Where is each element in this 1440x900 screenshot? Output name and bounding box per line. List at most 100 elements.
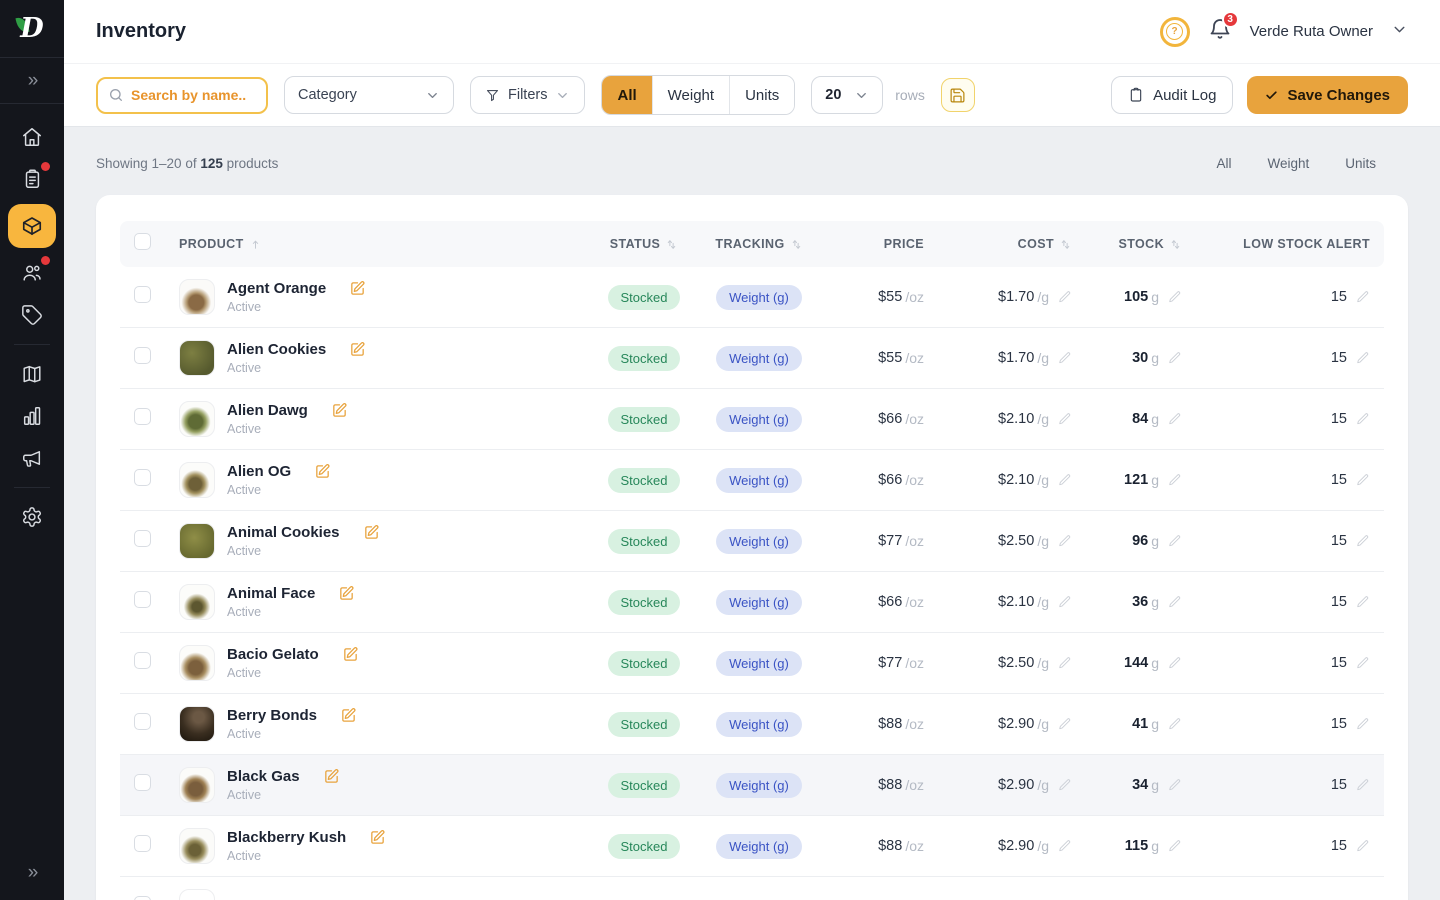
select-all-checkbox[interactable] — [134, 233, 151, 250]
edit-cost-icon[interactable] — [1058, 534, 1072, 548]
sidebar-item-users[interactable] — [8, 252, 56, 294]
row-checkbox[interactable] — [134, 530, 151, 547]
sidebar-expand-bottom[interactable]: » — [28, 854, 37, 890]
stock-unit: g — [1151, 472, 1159, 488]
edit-cost-icon[interactable] — [1058, 473, 1072, 487]
column-header-stock[interactable]: STOCK — [1072, 237, 1182, 251]
sort-icon — [1059, 238, 1072, 251]
row-checkbox[interactable] — [134, 591, 151, 608]
edit-cost-icon[interactable] — [1058, 290, 1072, 304]
edit-stock-icon[interactable] — [1168, 412, 1182, 426]
edit-stock-icon[interactable] — [1168, 290, 1182, 304]
product-thumbnail — [179, 279, 215, 315]
save-changes-button[interactable]: Save Changes — [1247, 76, 1408, 114]
edit-stock-icon[interactable] — [1168, 839, 1182, 853]
cost-value: $2.10 — [998, 594, 1034, 610]
cost-value: $2.10 — [998, 472, 1034, 488]
product-thumbnail — [179, 767, 215, 803]
edit-stock-icon[interactable] — [1168, 351, 1182, 365]
edit-product-icon[interactable] — [349, 280, 366, 297]
row-checkbox[interactable] — [134, 286, 151, 303]
edit-product-icon[interactable] — [342, 646, 359, 663]
status-badge: Stocked — [608, 773, 681, 798]
link-weight[interactable]: Weight — [1267, 156, 1309, 171]
edit-low-stock-alert-icon[interactable] — [1356, 717, 1370, 731]
sidebar-item-package[interactable] — [8, 204, 56, 248]
row-checkbox[interactable] — [134, 774, 151, 791]
edit-low-stock-alert-icon[interactable] — [1356, 412, 1370, 426]
price-unit: /oz — [905, 472, 924, 488]
cost-unit: /g — [1037, 594, 1049, 610]
tab-weight[interactable]: Weight — [652, 76, 729, 114]
sidebar-item-settings[interactable] — [8, 496, 56, 538]
app-logo[interactable]: D — [0, 0, 64, 58]
column-header-tracking[interactable]: TRACKING — [708, 237, 810, 251]
column-header-price[interactable]: PRICE — [810, 237, 924, 251]
tab-units[interactable]: Units — [729, 76, 794, 114]
column-header-cost[interactable]: COST — [924, 237, 1072, 251]
edit-stock-icon[interactable] — [1168, 595, 1182, 609]
row-checkbox[interactable] — [134, 652, 151, 669]
sidebar-item-tag[interactable] — [8, 294, 56, 336]
edit-stock-icon[interactable] — [1168, 473, 1182, 487]
sidebar-item-clipboard[interactable] — [8, 158, 56, 200]
sidebar-item-map[interactable] — [8, 353, 56, 395]
sidebar-item-home[interactable] — [8, 116, 56, 158]
edit-cost-icon[interactable] — [1058, 656, 1072, 670]
edit-low-stock-alert-icon[interactable] — [1356, 595, 1370, 609]
save-table-settings-button[interactable] — [941, 78, 975, 112]
edit-product-icon[interactable] — [338, 585, 355, 602]
sidebar-expand-top[interactable]: » — [0, 58, 64, 104]
edit-low-stock-alert-icon[interactable] — [1356, 290, 1370, 304]
row-checkbox[interactable] — [134, 713, 151, 730]
link-all[interactable]: All — [1216, 156, 1231, 171]
row-checkbox[interactable] — [134, 408, 151, 425]
edit-cost-icon[interactable] — [1058, 717, 1072, 731]
product-thumbnail — [179, 889, 215, 900]
edit-cost-icon[interactable] — [1058, 839, 1072, 853]
row-checkbox[interactable] — [134, 896, 151, 900]
sidebar-item-megaphone[interactable] — [8, 437, 56, 479]
edit-product-icon[interactable] — [314, 463, 331, 480]
category-select[interactable]: Category — [284, 76, 454, 114]
filters-button[interactable]: Filters — [470, 76, 585, 114]
notifications-button[interactable]: 3 — [1208, 17, 1232, 46]
edit-stock-icon[interactable] — [1168, 656, 1182, 670]
chevron-down-icon[interactable] — [1391, 21, 1408, 43]
table-row: Agent Orange Active Stocked Weight (g) $… — [120, 267, 1384, 328]
edit-stock-icon[interactable] — [1168, 778, 1182, 792]
link-units[interactable]: Units — [1345, 156, 1376, 171]
edit-low-stock-alert-icon[interactable] — [1356, 351, 1370, 365]
edit-low-stock-alert-icon[interactable] — [1356, 839, 1370, 853]
edit-stock-icon[interactable] — [1168, 534, 1182, 548]
help-button[interactable] — [1160, 17, 1190, 47]
edit-low-stock-alert-icon[interactable] — [1356, 778, 1370, 792]
edit-low-stock-alert-icon[interactable] — [1356, 534, 1370, 548]
tab-all[interactable]: All — [602, 76, 651, 114]
edit-product-icon[interactable] — [340, 707, 357, 724]
edit-product-icon[interactable] — [331, 402, 348, 419]
rows-per-page-select[interactable]: 20 — [811, 76, 883, 114]
edit-low-stock-alert-icon[interactable] — [1356, 473, 1370, 487]
search-input[interactable] — [131, 87, 256, 103]
edit-stock-icon[interactable] — [1168, 717, 1182, 731]
edit-cost-icon[interactable] — [1058, 778, 1072, 792]
edit-product-icon[interactable] — [369, 829, 386, 846]
sidebar-item-bar-chart[interactable] — [8, 395, 56, 437]
audit-log-button[interactable]: Audit Log — [1111, 76, 1233, 114]
edit-cost-icon[interactable] — [1058, 351, 1072, 365]
column-header-status[interactable]: STATUS — [580, 237, 708, 251]
table-body: Agent Orange Active Stocked Weight (g) $… — [120, 267, 1384, 900]
edit-product-icon[interactable] — [323, 768, 340, 785]
row-checkbox[interactable] — [134, 469, 151, 486]
row-checkbox[interactable] — [134, 347, 151, 364]
edit-product-icon[interactable] — [349, 341, 366, 358]
edit-cost-icon[interactable] — [1058, 412, 1072, 426]
column-header-low-stock-alert[interactable]: LOW STOCK ALERT — [1182, 237, 1370, 251]
row-checkbox[interactable] — [134, 835, 151, 852]
user-menu[interactable]: Verde Ruta Owner — [1250, 23, 1373, 40]
edit-product-icon[interactable] — [363, 524, 380, 541]
edit-low-stock-alert-icon[interactable] — [1356, 656, 1370, 670]
edit-cost-icon[interactable] — [1058, 595, 1072, 609]
column-header-product[interactable]: PRODUCT — [179, 237, 580, 251]
